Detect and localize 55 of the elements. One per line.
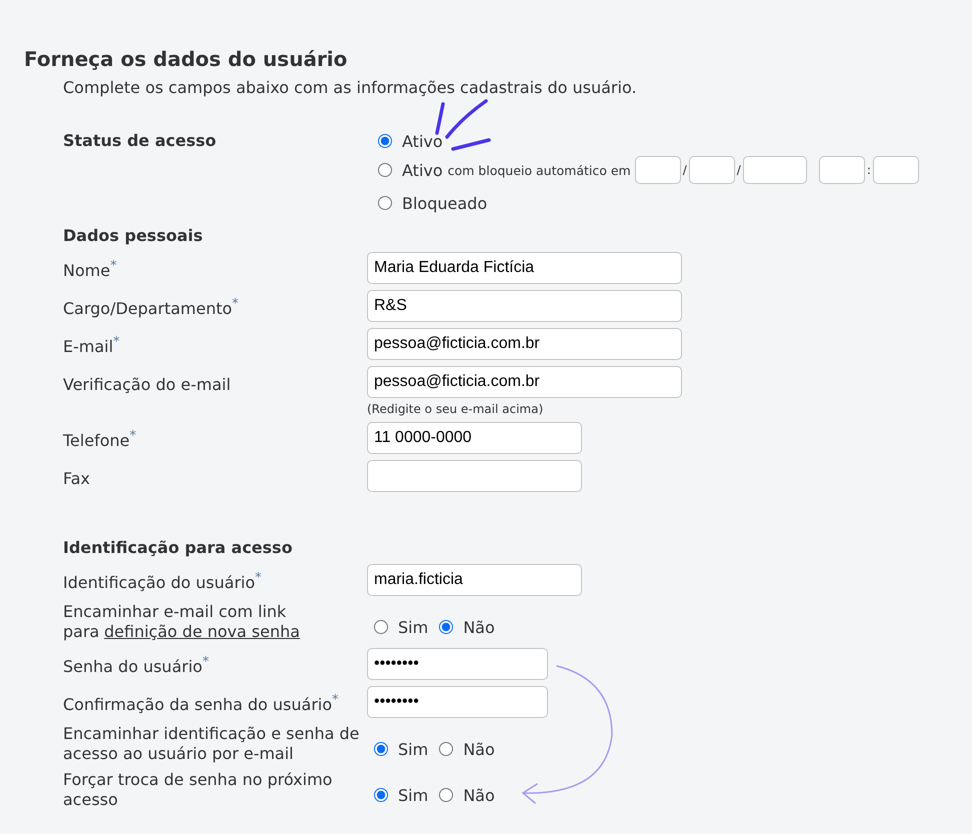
field-label: Fax [63, 468, 92, 489]
radio-button[interactable] [374, 742, 388, 756]
form-description: Complete os campos abaixo com as informações cadastrais do usuário. [63, 78, 638, 98]
field-label: Forçar troca de senha no próximo acesso [63, 770, 334, 810]
date-field[interactable] [688, 156, 735, 184]
field-label: Encaminhar e-mail com link para definição de nova senha [63, 602, 301, 642]
input-field[interactable]: •••••••• [367, 686, 548, 718]
link[interactable]: definição de nova senha [104, 622, 300, 641]
field-label: Identificação do usuário$^{*}$ [63, 570, 262, 593]
option-label: Não [463, 740, 495, 758]
section-heading: Dados pessoais [63, 226, 204, 246]
option-note: com bloqueio automático em [448, 162, 631, 178]
radio-button[interactable] [378, 134, 392, 148]
radio-button[interactable] [374, 620, 388, 634]
input-field[interactable]: Maria Eduarda Fictícia [367, 252, 682, 284]
separator: / [736, 163, 741, 177]
input-field[interactable]: R&S [367, 290, 682, 322]
field-label: Cargo/Departamento$^{*}$ [63, 296, 240, 319]
date-field[interactable] [634, 156, 681, 184]
radio-button[interactable] [378, 163, 392, 177]
input-field[interactable] [367, 460, 582, 492]
date-field[interactable] [742, 156, 807, 184]
radio-button[interactable] [374, 788, 388, 802]
input-field[interactable]: pessoa@ficticia.com.br [367, 366, 682, 398]
form-title: Forneça os dados do usuário [24, 46, 348, 73]
field-hint: (Redigite o seu e-mail acima) [367, 402, 544, 416]
option-label: Sim [398, 618, 428, 636]
option-label: Não [463, 786, 495, 804]
separator: : [866, 163, 871, 177]
option-label: Ativo [402, 160, 443, 180]
radio-button[interactable] [439, 742, 454, 756]
field-label: Status de acesso [63, 130, 218, 152]
date-field[interactable] [872, 156, 919, 184]
field-label: Nome$^{*}$ [63, 258, 118, 281]
field-label: Encaminhar identificação e senha de acesso ao usuário por e-mail [63, 724, 360, 764]
input-field[interactable]: •••••••• [367, 648, 548, 680]
input-field[interactable]: maria.ficticia [367, 564, 582, 596]
input-field[interactable]: 11 0000-0000 [367, 422, 582, 454]
option-label: Sim [398, 740, 428, 758]
separator: / [682, 163, 687, 177]
radio-button[interactable] [378, 196, 392, 210]
option-label: Bloqueado [402, 194, 488, 212]
field-label: Confirmação da senha do usuário$^{*}$ [63, 692, 340, 715]
field-label: E-mail$^{*}$ [63, 334, 121, 357]
radio-button[interactable] [439, 788, 454, 802]
date-field[interactable] [818, 156, 865, 184]
section-heading: Identificação para acesso [63, 538, 294, 558]
field-label: Senha do usuário$^{*}$ [63, 654, 210, 677]
field-label: Verificação do e-mail [63, 374, 232, 395]
field-label: Telefone$^{*}$ [63, 428, 138, 451]
option-label: Ativo [402, 132, 443, 150]
option-label: Sim [398, 786, 428, 804]
input-field[interactable]: pessoa@ficticia.com.br [367, 328, 682, 360]
radio-button[interactable] [439, 620, 454, 634]
option-label: Não [463, 618, 495, 636]
